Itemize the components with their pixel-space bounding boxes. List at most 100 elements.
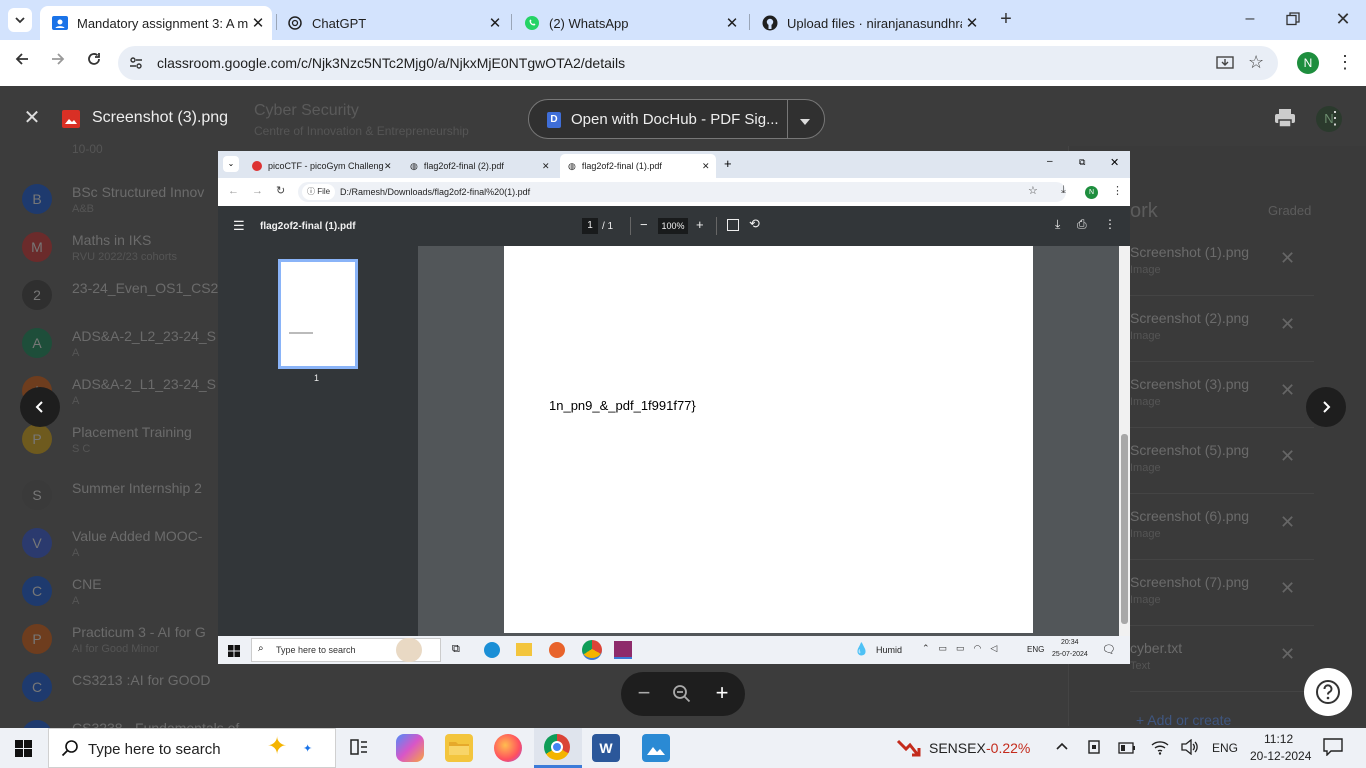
windows-icon	[15, 740, 32, 757]
close-icon[interactable]: ✕	[248, 14, 268, 32]
class-name: ADS&A-2_L2_23-24_S	[72, 328, 216, 344]
profile-avatar[interactable]: N	[1297, 52, 1319, 74]
arrow-right-icon	[52, 53, 65, 65]
show-hidden-icons[interactable]	[1055, 739, 1069, 758]
open-with-button[interactable]: D Open with DocHub - PDF Sig...	[528, 99, 825, 139]
pdf-rotate-icon: ⟲	[749, 216, 760, 231]
tab-classroom[interactable]: Mandatory assignment 3: A min ✕	[40, 6, 272, 40]
pdf-thumbnail	[278, 259, 358, 369]
tab-title: ChatGPT	[312, 15, 367, 31]
file-type: Image	[1130, 264, 1161, 276]
more-options-icon[interactable]: ⋮	[1326, 108, 1344, 128]
close-viewer-button[interactable]: ✕	[20, 106, 44, 130]
restore-button[interactable]	[1286, 12, 1302, 26]
install-app-icon[interactable]	[1216, 54, 1234, 77]
volume-icon[interactable]	[1181, 738, 1199, 760]
mountain-icon	[647, 747, 665, 755]
inner-edge-icon	[484, 642, 500, 658]
class-name: Value Added MOOC-	[72, 528, 203, 544]
reload-button[interactable]	[82, 51, 106, 72]
omnibox[interactable]: classroom.google.com/c/Njk3Nzc5NTc2Mjg0/…	[118, 46, 1278, 80]
inner-winrar-icon	[614, 641, 632, 659]
bg-add-create: + Add or create	[1136, 712, 1232, 728]
copilot-app[interactable]	[396, 734, 424, 762]
new-tab-button[interactable]: +	[994, 8, 1018, 32]
close-icon: ✕	[542, 160, 550, 171]
tab-whatsapp[interactable]: (2) WhatsApp ✕	[512, 6, 746, 40]
remove-icon: ✕	[1280, 248, 1296, 268]
zoom-in-button[interactable]: +	[711, 682, 733, 704]
firefox-app[interactable]	[494, 734, 522, 762]
pdf-page-box: 1	[582, 218, 598, 234]
chrome-menu-icon[interactable]: ⋮	[1336, 52, 1354, 72]
minimize-button[interactable]: –	[1238, 10, 1262, 28]
class-avatar: S	[22, 480, 52, 510]
back-button[interactable]	[10, 51, 34, 72]
close-icon: ✕	[384, 160, 392, 171]
class-avatar: C	[22, 672, 52, 702]
forward-button[interactable]	[46, 51, 70, 72]
search-icon	[61, 739, 79, 762]
meet-now-icon[interactable]	[1087, 739, 1103, 760]
browser-tab-strip: Mandatory assignment 3: A min ✕ ChatGPT …	[0, 0, 1366, 40]
clock-date[interactable]: 20-12-2024	[1250, 749, 1311, 763]
pdf-thumbnail-label: 1	[314, 373, 320, 383]
notification-center-icon[interactable]	[1323, 738, 1343, 761]
stock-chart-icon	[896, 737, 922, 764]
dropdown-caret-icon[interactable]	[799, 114, 811, 132]
zoom-out-button[interactable]: −	[633, 682, 655, 704]
class-name: Maths in IKS	[72, 232, 152, 248]
sparkle-small-icon: ✦	[303, 743, 313, 755]
sensex-label[interactable]: SENSEX	[929, 740, 986, 756]
chrome-app[interactable]	[534, 728, 582, 768]
file-name: cyber.txt	[1130, 640, 1183, 656]
photos-app[interactable]	[642, 734, 670, 762]
bg-attached-file: Screenshot (6).png Image ✕	[1130, 508, 1314, 560]
pdf-toolbar: ☰ flag2of2-final (1).pdf 1 / 1 − 100% + …	[218, 206, 1130, 246]
file-explorer-app[interactable]	[445, 734, 473, 762]
file-name: Screenshot (2).png	[1130, 310, 1250, 326]
clock-time[interactable]: 11:12	[1264, 732, 1293, 746]
start-button[interactable]	[15, 740, 32, 762]
tab-title: (2) WhatsApp	[549, 15, 629, 31]
battery-icon[interactable]	[1118, 741, 1136, 759]
close-icon[interactable]: ✕	[722, 14, 742, 32]
word-app[interactable]: W	[592, 734, 620, 762]
bg-attached-file: Screenshot (3).png Image ✕	[1130, 376, 1314, 428]
sensex-change[interactable]: -0.22%	[986, 740, 1030, 756]
restore-icon	[1286, 12, 1300, 26]
next-file-button[interactable]	[1306, 387, 1346, 427]
taskbar-search-box[interactable]: Type here to search ✦ ✦	[48, 728, 336, 768]
task-view-button[interactable]	[348, 736, 370, 763]
inner-time: 20:34	[1061, 639, 1079, 646]
file-name: Screenshot (1).png	[1130, 244, 1250, 260]
chevron-left-icon	[35, 401, 43, 413]
screenshot-image: ⌄ picoCTF - picoGym Challenges ✕ ◍ flag2…	[218, 151, 1130, 664]
sparkle-icon: ✦	[267, 733, 288, 760]
inner-address-bar: ← → ↻ ⓘ File D:/Ramesh/Downloads/flag2of…	[218, 178, 1130, 206]
close-icon[interactable]: ✕	[485, 14, 505, 32]
windows-taskbar: Type here to search ✦ ✦ W SENSEX -0.22% …	[0, 728, 1366, 768]
site-info-icon[interactable]	[128, 55, 144, 76]
tab-github[interactable]: Upload files · niranjanasundhrar ✕	[750, 6, 986, 40]
class-avatar: P	[22, 424, 52, 454]
file-type: Image	[1130, 330, 1161, 342]
print-icon[interactable]	[1274, 108, 1296, 133]
tab-chatgpt[interactable]: ChatGPT ✕	[275, 6, 509, 40]
close-icon[interactable]: ✕	[962, 14, 982, 32]
previous-file-button[interactable]	[20, 387, 60, 427]
remove-icon: ✕	[1280, 314, 1296, 334]
wifi-icon[interactable]	[1151, 739, 1169, 760]
tab-search-button[interactable]	[8, 8, 32, 32]
tab-title: Upload files · niranjanasundhrar	[787, 15, 962, 31]
help-button[interactable]	[1304, 668, 1352, 716]
zoom-reset-button[interactable]	[672, 684, 692, 709]
url-text[interactable]: classroom.google.com/c/Njk3Nzc5NTc2Mjg0/…	[157, 55, 625, 71]
bg-attached-file: cyber.txt Text ✕	[1130, 640, 1314, 692]
input-language[interactable]: ENG	[1212, 741, 1238, 755]
file-name: Screenshot (6).png	[1130, 508, 1250, 524]
bookmark-star-icon[interactable]: ☆	[1248, 52, 1264, 73]
close-window-button[interactable]: ✕	[1332, 9, 1354, 30]
inner-tab-pdf2: ◍ flag2of2-final (2).pdf ✕	[402, 154, 556, 178]
inner-star-icon: ☆	[1028, 185, 1038, 197]
